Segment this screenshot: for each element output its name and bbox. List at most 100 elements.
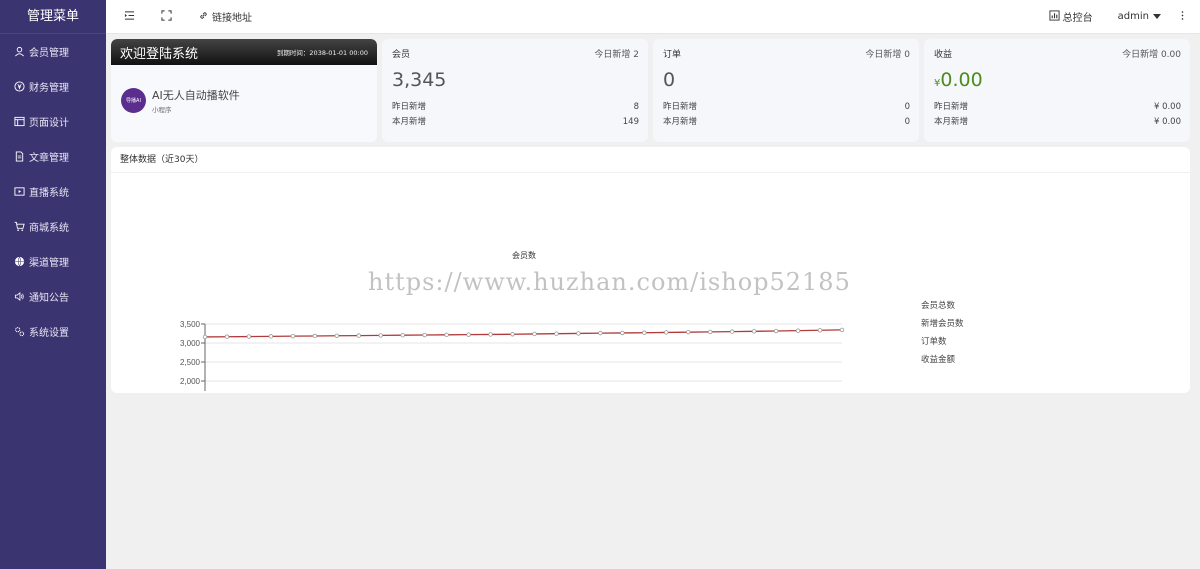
dashboard-icon [1049,9,1060,24]
data-point [422,332,427,338]
data-point [620,330,625,336]
dashboard-label: 总控台 [1062,13,1093,24]
app-info: 导播AI AI无人自动播软件 小程序 [111,65,377,114]
data-point [312,333,318,339]
stat-value: 0 [663,69,676,91]
data-point [795,328,801,333]
speaker-icon [13,291,25,303]
more-vertical-icon [1177,10,1188,24]
dashboard-button[interactable]: 总控台 [1036,0,1106,34]
revenue-stat-card: 收益 今日新增 0.00 ¥0.00 昨日新增 ¥ 0.00 本月新增 ¥ 0.… [924,39,1190,142]
data-point [708,329,713,335]
members-line-chart: 会员数05001,0001,5002,0002,5003,0003,50009-… [180,250,964,391]
members-stat-card: 会员 今日新增 2 3,345 昨日新增 8 本月新增 149 [382,39,648,142]
data-point [444,332,449,338]
welcome-header: 欢迎登陆系统 到期时间：2038-01-01 00:00 [111,39,377,65]
data-point [224,334,230,339]
data-point [751,329,757,334]
yen-circle-icon [13,81,25,93]
y-tick-label: 3,500 [180,320,201,329]
data-point [510,332,515,337]
sidebar-item-finance[interactable]: 财务管理 [0,69,106,104]
app-name: AI无人自动播软件 [152,89,240,102]
stat-title: 会员 [392,50,411,60]
data-point [488,332,493,337]
sidebar-item-label: 系统设置 [29,328,69,339]
sidebar-item-label: 商城系统 [29,223,69,234]
sidebar-item-label: 文章管理 [29,153,69,164]
y-tick-label: 2,500 [180,358,201,367]
layout-icon [13,116,25,128]
sidebar-item-label: 直播系统 [29,188,69,199]
link-icon [198,10,209,24]
data-point [664,330,669,335]
sidebar-item-articles[interactable]: 文章管理 [0,139,106,174]
user-menu-button[interactable]: admin [1106,0,1171,34]
sidebar-item-settings[interactable]: 系统设置 [0,314,106,349]
stat-yesterday-value: 0 [904,102,910,112]
sidebar-item-label: 财务管理 [29,83,69,94]
y-tick-label: 3,000 [180,339,201,348]
data-point [729,329,735,334]
sidebar-title: 管理菜单 [0,0,106,34]
stat-month-value: ¥ 0.00 [1153,117,1181,127]
document-icon [13,151,25,163]
data-point [466,332,471,337]
data-point [554,331,559,336]
fullscreen-icon [161,9,172,24]
data-point [532,331,537,337]
user-icon [13,46,25,58]
stat-yesterday-label: 昨日新增 [392,102,427,112]
data-point [839,327,845,333]
link-address-label: 链接地址 [212,13,252,24]
y-tick-label: 2,000 [180,377,201,386]
data-point [598,330,603,336]
welcome-title: 欢迎登陆系统 [120,46,199,62]
user-name: admin [1117,11,1149,22]
fullscreen-button[interactable] [148,0,185,34]
expire-time: 到期时间：2038-01-01 00:00 [276,49,368,57]
main-content: 欢迎登陆系统 到期时间：2038-01-01 00:00 导播AI AI无人自动… [106,34,1200,569]
chevron-down-icon [1153,14,1161,19]
series-line [204,329,843,338]
stat-month-value: 0 [904,117,910,127]
stat-yesterday-value: 8 [633,102,639,112]
panel-title: 整体数据（近30天） [111,147,1190,173]
stat-yesterday-label: 昨日新增 [934,102,969,112]
stat-yesterday-value: ¥ 0.00 [1153,102,1181,112]
link-address-button[interactable]: 链接地址 [185,0,265,34]
sidebar-item-shop[interactable]: 商城系统 [0,209,106,244]
indent-icon [124,10,135,24]
sidebar-item-label: 页面设计 [29,118,69,129]
stat-title: 收益 [934,50,953,60]
data-point [576,331,581,336]
stat-month-value: 149 [622,117,639,127]
stat-today: 今日新增 0 [865,50,910,60]
legend-item: 会员总数 [921,300,956,310]
sidebar-item-label: 会员管理 [29,48,69,59]
sidebar-item-channels[interactable]: 渠道管理 [0,244,106,279]
data-point [268,334,274,339]
sidebar-item-notices[interactable]: 通知公告 [0,279,106,314]
stat-yesterday-label: 昨日新增 [663,102,698,112]
chart-title: 会员数 [512,250,536,260]
sidebar-item-page-design[interactable]: 页面设计 [0,104,106,139]
data-point [378,333,383,338]
data-point [202,334,208,340]
data-point [334,333,339,338]
app-type: 小程序 [152,106,172,114]
data-point [290,333,296,339]
orders-stat-card: 订单 今日新增 0 0 昨日新增 0 本月新增 0 [653,39,919,142]
sidebar-item-members[interactable]: 会员管理 [0,34,106,69]
menu-toggle-button[interactable] [106,0,148,34]
data-point [400,333,405,338]
stat-month-label: 本月新增 [392,117,427,127]
video-icon [13,186,25,198]
overall-data-panel: 整体数据（近30天） 会员数05001,0001,5002,0002,5003,… [111,147,1190,393]
data-point [817,328,823,333]
stat-month-label: 本月新增 [934,117,969,127]
more-options-button[interactable] [1171,0,1200,34]
sidebar-item-live[interactable]: 直播系统 [0,174,106,209]
summary-cards: 欢迎登陆系统 到期时间：2038-01-01 00:00 导播AI AI无人自动… [111,39,1190,142]
sidebar-item-label: 通知公告 [29,293,69,304]
